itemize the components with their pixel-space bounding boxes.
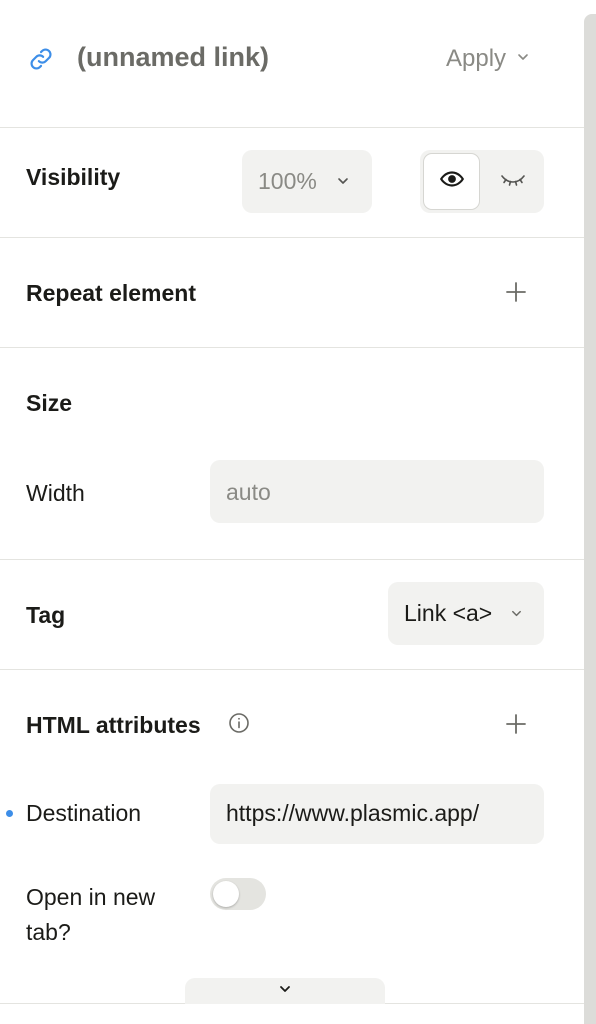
visibility-label: Visibility (26, 164, 121, 190)
scrollbar-thumb[interactable] (584, 14, 596, 1024)
visibility-toggle-group (420, 150, 544, 213)
apply-button[interactable]: Apply (446, 44, 530, 74)
chevron-down-icon (516, 50, 530, 69)
info-icon[interactable] (228, 712, 250, 734)
width-placeholder: auto (226, 479, 271, 505)
element-name[interactable]: (unnamed link) (77, 42, 269, 73)
eye-closed-icon (499, 169, 527, 194)
hidden-button[interactable] (484, 153, 541, 210)
repeat-section: Repeat element (0, 238, 584, 348)
tag-select[interactable]: Link <a> (388, 582, 544, 645)
tag-label: Tag (26, 602, 66, 628)
tag-section: Tag Link <a> (0, 560, 584, 670)
html-attributes-label: HTML attributes (26, 712, 201, 738)
plus-icon[interactable] (505, 713, 527, 735)
panel-header: (unnamed link) Apply (0, 0, 584, 128)
size-label: Size (26, 390, 73, 416)
link-icon (28, 46, 54, 72)
destination-value: https://www.plasmic.app/ (226, 800, 480, 826)
eye-icon (439, 166, 465, 197)
plus-icon[interactable] (505, 281, 527, 303)
new-tab-toggle[interactable] (210, 878, 266, 910)
visible-button[interactable] (423, 153, 480, 210)
width-label: Width (26, 480, 85, 506)
repeat-label: Repeat element (26, 280, 197, 306)
toggle-knob (213, 881, 239, 907)
visibility-section: Visibility 100% (0, 128, 584, 238)
destination-label: Destination (26, 800, 142, 826)
html-attributes-section: HTML attributes Destination https://www.… (0, 670, 584, 1004)
opacity-value: 100% (258, 168, 317, 194)
destination-input[interactable]: https://www.plasmic.app/ (210, 784, 544, 844)
chevron-down-icon (510, 607, 523, 625)
chevron-down-icon (336, 174, 350, 193)
settings-panel: (unnamed link) Apply Visibility 100% Rep… (0, 0, 584, 1024)
expand-more-button[interactable] (185, 978, 385, 1004)
apply-label: Apply (446, 45, 507, 72)
chevron-down-icon (278, 982, 292, 1001)
set-indicator-dot (6, 810, 13, 817)
size-section: Size Width auto (0, 348, 584, 560)
width-input[interactable]: auto (210, 460, 544, 523)
new-tab-label: Open in new tab? (26, 884, 156, 945)
opacity-select[interactable]: 100% (242, 150, 372, 213)
tag-value: Link <a> (404, 600, 493, 626)
